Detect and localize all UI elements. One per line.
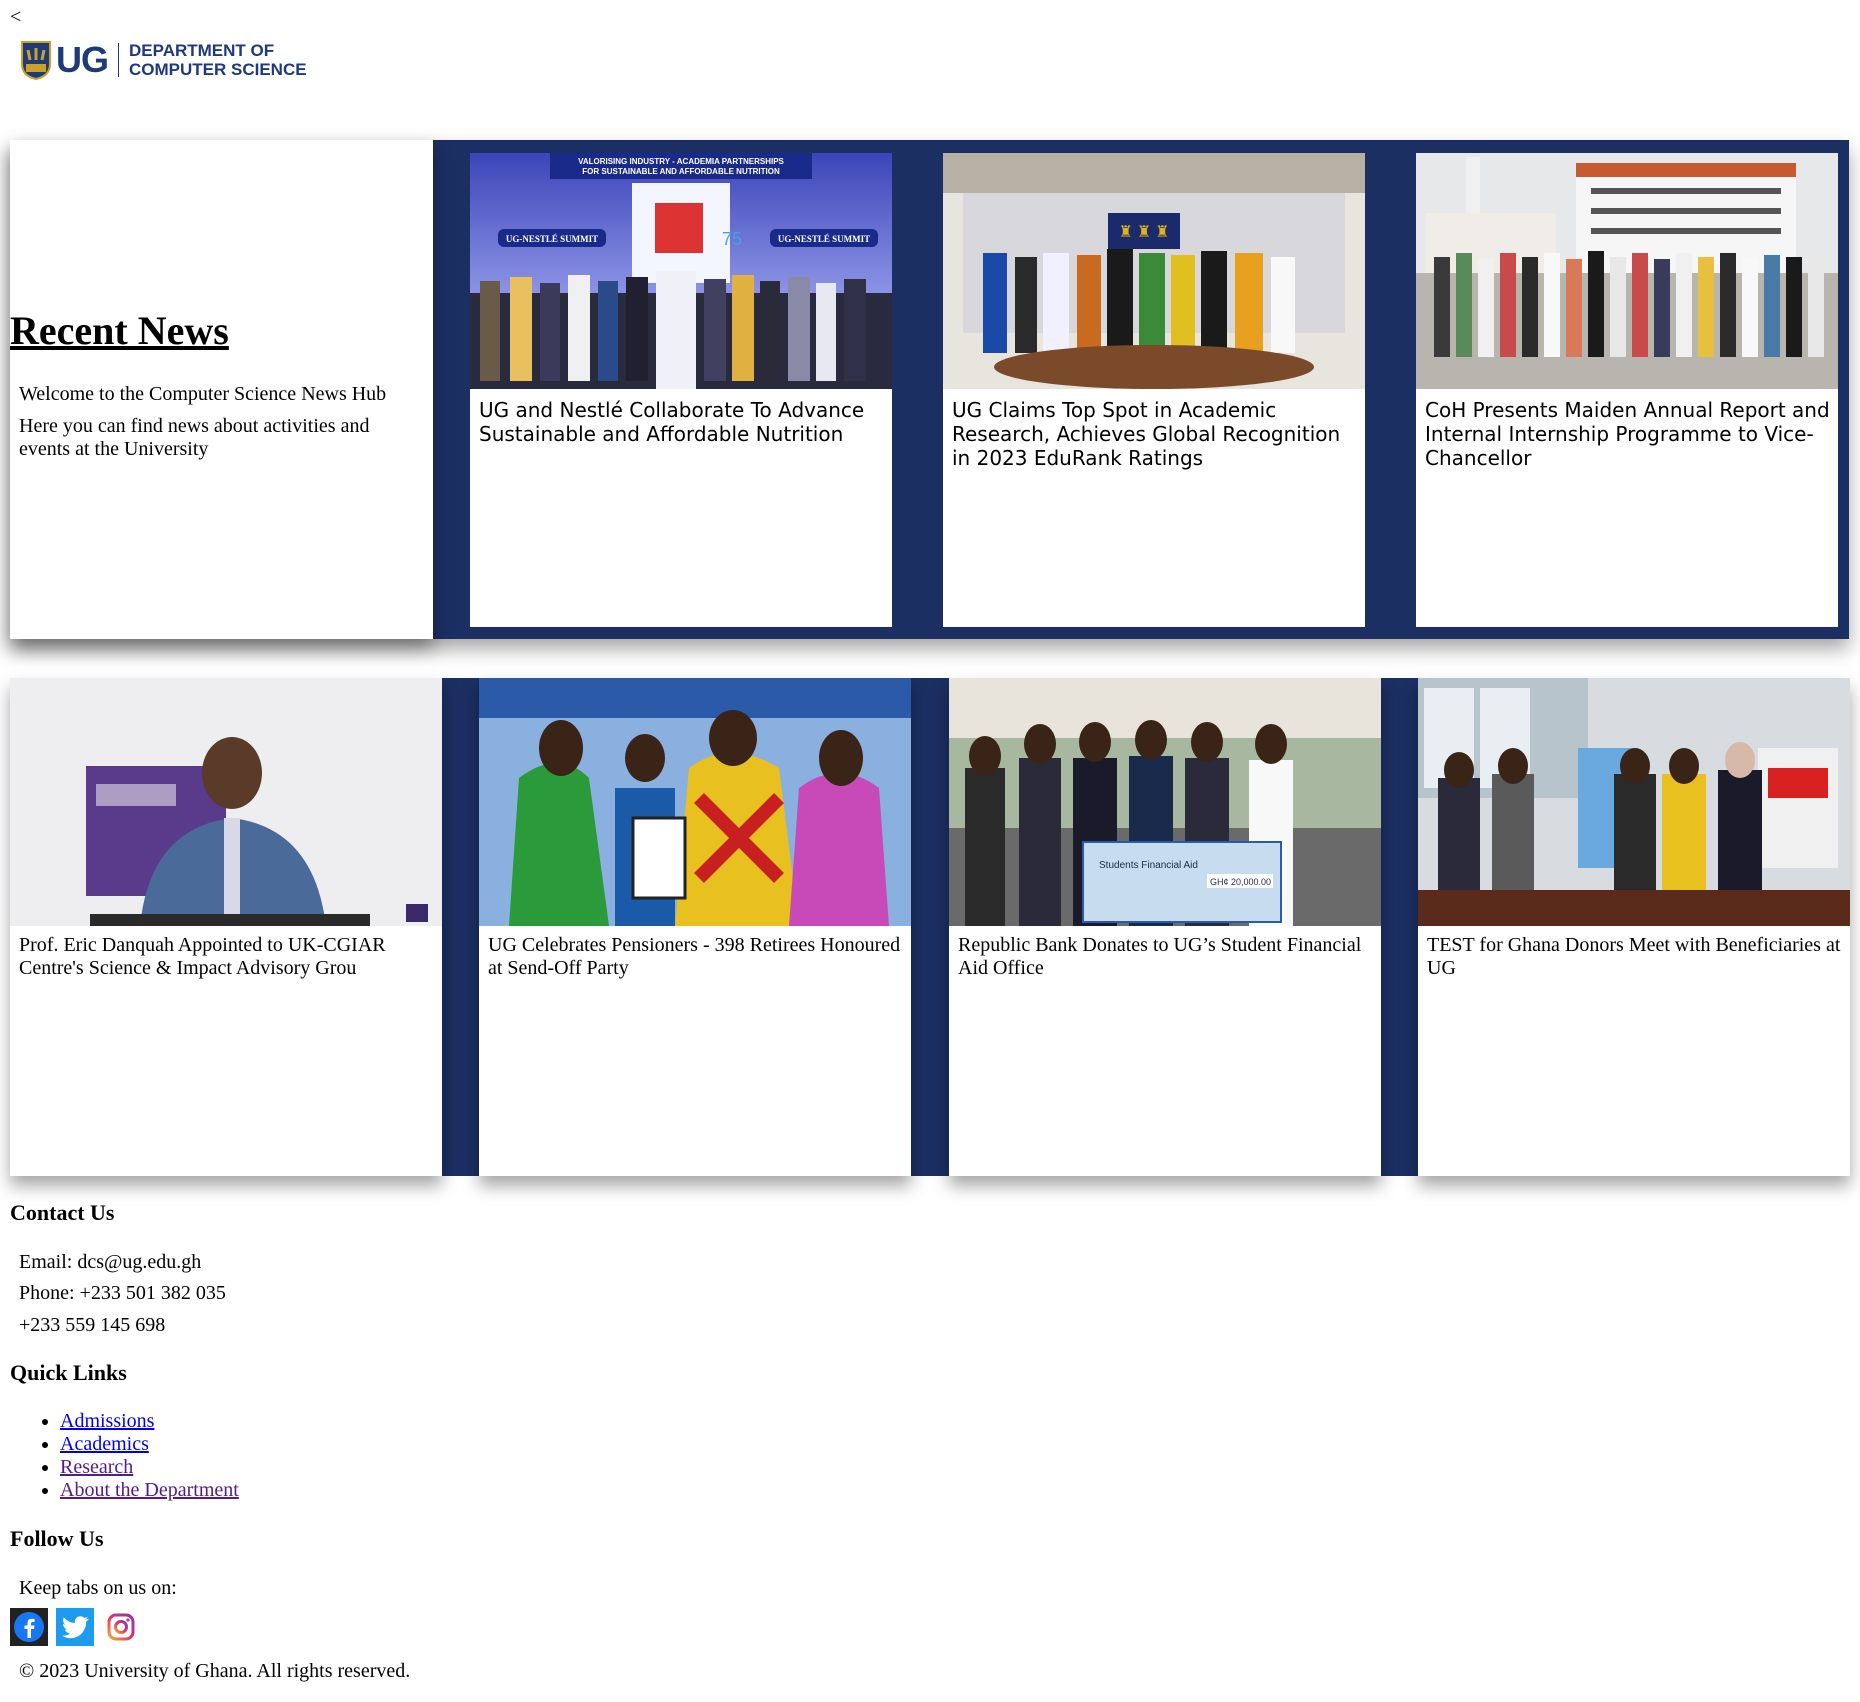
list-item: Academics [60,1433,239,1456]
contact-heading: Contact Us [10,1200,115,1225]
news-photo: Students Financial Aid GH¢ 20,000.00 [949,678,1381,926]
news-photo [1418,678,1850,926]
cheque-text: Students Financial Aid [1099,860,1198,871]
news-photo: VALORISING INDUSTRY - ACADEMIA PARTNERSH… [470,153,892,389]
link-research[interactable]: Research [60,1456,133,1478]
instagram-icon[interactable] [102,1608,140,1646]
twitter-icon[interactable] [56,1608,94,1646]
news-photo [479,678,911,926]
news-photo: ♜ ♜ ♜ [943,153,1365,389]
quick-links-list: Admissions Academics Research About the … [10,1410,239,1502]
news-caption[interactable]: UG and Nestlé Collaborate To Advance Sus… [479,398,884,446]
news-photo [1416,153,1838,389]
contact-phone: Phone: +233 501 382 035 [19,1282,226,1304]
logo-department-name: DEPARTMENT OF COMPUTER SCIENCE [129,41,307,79]
svg-text:75: 75 [722,229,742,249]
intro-subtitle: Welcome to the Computer Science News Hub [19,383,387,405]
news-caption[interactable]: UG Claims Top Spot in Academic Research,… [952,398,1357,470]
facebook-icon[interactable] [10,1608,48,1646]
news-photo [10,678,442,926]
follow-text: Keep tabs on us on: [19,1577,177,1599]
link-academics[interactable]: Academics [60,1433,149,1455]
news-card[interactable]: UG Celebrates Pensioners - 398 Retirees … [479,678,911,1176]
news-caption[interactable]: TEST for Ghana Donors Meet with Benefici… [1427,934,1842,980]
copyright: © 2023 University of Ghana. All rights r… [19,1660,411,1682]
logo-dept-line1: DEPARTMENT OF [129,41,275,60]
news-caption[interactable]: UG Celebrates Pensioners - 398 Retirees … [488,934,903,980]
list-item: Admissions [60,1410,239,1433]
link-about-department[interactable]: About the Department [60,1479,239,1501]
news-card[interactable]: TEST for Ghana Donors Meet with Benefici… [1418,678,1850,1176]
news-caption[interactable]: Prof. Eric Danquah Appointed to UK-CGIAR… [19,934,434,980]
svg-text:♜ ♜ ♜: ♜ ♜ ♜ [1118,224,1169,241]
quick-links-heading: Quick Links [10,1360,127,1385]
svg-text:UG-NESTLÉ SUMMIT: UG-NESTLÉ SUMMIT [506,234,598,244]
news-card[interactable]: ♜ ♜ ♜ UG Claims Top Spot in Academic Res… [943,153,1365,627]
logo-dept-line2: COMPUTER SCIENCE [129,60,307,79]
news-card[interactable]: CoH Presents Maiden Annual Report and In… [1416,153,1838,627]
news-caption[interactable]: CoH Presents Maiden Annual Report and In… [1425,398,1830,470]
cheque-amount: GH¢ 20,000.00 [1210,877,1271,887]
svg-text:VALORISING INDUSTRY - ACADEMIA: VALORISING INDUSTRY - ACADEMIA PARTNERSH… [578,157,784,166]
svg-text:UG-NESTLÉ SUMMIT: UG-NESTLÉ SUMMIT [778,234,870,244]
university-crest-icon [21,41,51,80]
intro-text: Here you can find news about activities … [19,415,370,460]
list-item: About the Department [60,1479,239,1502]
follow-heading: Follow Us [10,1526,104,1551]
news-card[interactable]: Prof. Eric Danquah Appointed to UK-CGIAR… [10,678,442,1176]
social-links [10,1608,140,1646]
back-link[interactable]: < [10,6,21,29]
link-admissions[interactable]: Admissions [60,1410,154,1432]
logo-ug-text: UG [56,39,109,80]
svg-text:FOR SUSTAINABLE AND AFFORDABLE: FOR SUSTAINABLE AND AFFORDABLE NUTRITION [582,167,780,176]
page-title: Recent News [10,308,229,353]
logo-divider [118,43,119,77]
list-item: Research [60,1456,239,1479]
news-card[interactable]: Students Financial Aid GH¢ 20,000.00 Rep… [949,678,1381,1176]
contact-phone-2: +233 559 145 698 [19,1314,166,1336]
news-card[interactable]: VALORISING INDUSTRY - ACADEMIA PARTNERSH… [470,153,892,627]
contact-email: Email: dcs@ug.edu.gh [19,1251,202,1273]
department-logo[interactable]: UG DEPARTMENT OF COMPUTER SCIENCE [20,38,320,82]
news-caption[interactable]: Republic Bank Donates to UG’s Student Fi… [958,934,1373,980]
